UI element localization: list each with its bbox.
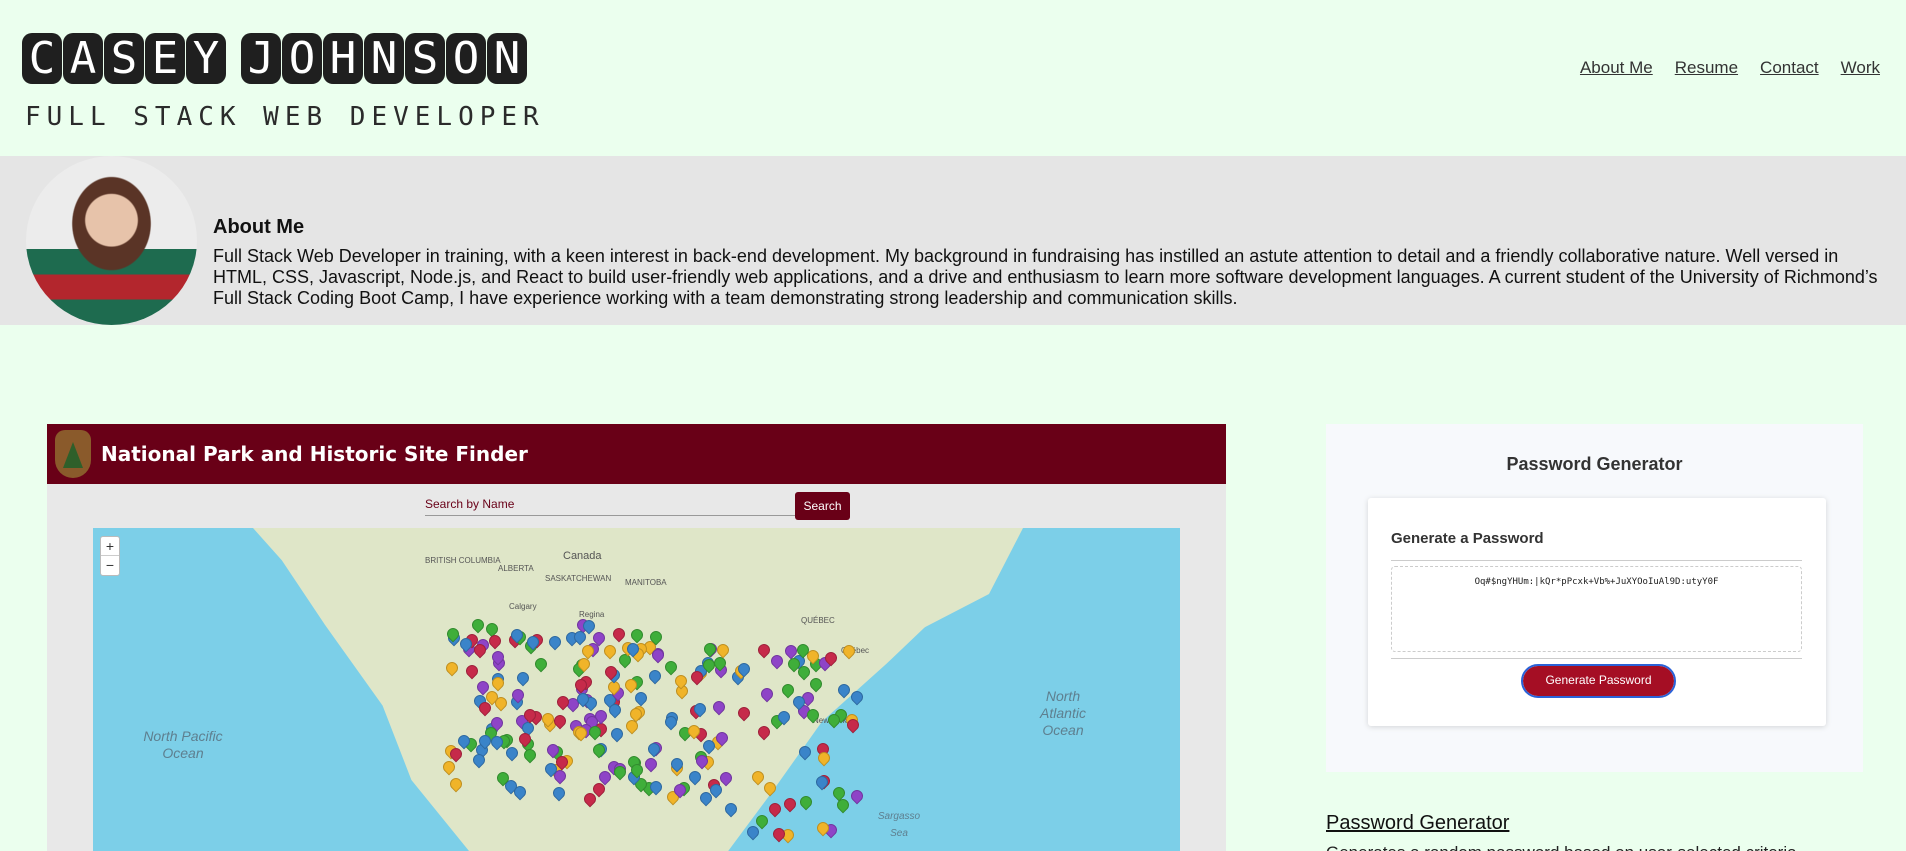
project-password-generator-screenshot[interactable]: Password Generator Generate a Password O… bbox=[1326, 424, 1863, 772]
about-body: Full Stack Web Developer in training, wi… bbox=[213, 246, 1878, 308]
name-letter-tile: A bbox=[63, 33, 103, 84]
name-letter-tile: C bbox=[22, 33, 62, 84]
map-zoom-control: + − bbox=[100, 536, 120, 576]
divider bbox=[1391, 560, 1802, 561]
name-letter-tile: E bbox=[145, 33, 185, 84]
label-quebec: QUÉBEC bbox=[801, 616, 835, 625]
name-letter-tile: Y bbox=[186, 33, 226, 84]
profile-avatar bbox=[26, 156, 197, 325]
name-letter-tile: O bbox=[446, 33, 486, 84]
zoom-in-button[interactable]: + bbox=[101, 537, 119, 556]
label-sargasso: Sargasso Sea bbox=[877, 811, 921, 839]
name-letter-tile: S bbox=[405, 33, 445, 84]
label-british-columbia: BRITISH COLUMBIA bbox=[425, 556, 501, 565]
site-header: CASEYJOHNSON FULL STACK WEB DEVELOPER Ab… bbox=[0, 0, 1906, 156]
pw-card: Generate a Password Oq#$ngYHUm:|kQr*pPcx… bbox=[1368, 498, 1826, 726]
zoom-out-button[interactable]: − bbox=[101, 556, 119, 575]
label-alberta: ALBERTA bbox=[498, 564, 534, 573]
nav-about-me[interactable]: About Me bbox=[1580, 58, 1653, 78]
nav-work[interactable]: Work bbox=[1841, 58, 1880, 78]
project-password-generator-description: Generates a random password based on use… bbox=[1326, 843, 1797, 851]
nav-contact[interactable]: Contact bbox=[1760, 58, 1819, 78]
name-letter-tile: J bbox=[241, 33, 281, 84]
park-search-button[interactable]: Search bbox=[795, 492, 850, 520]
generate-password-button[interactable]: Generate Password bbox=[1521, 664, 1676, 698]
park-header-bar: National Park and Historic Site Finder bbox=[47, 424, 1226, 484]
park-title: National Park and Historic Site Finder bbox=[101, 442, 528, 466]
map-marker-icon[interactable] bbox=[848, 787, 866, 805]
name-letter-tile: N bbox=[364, 33, 404, 84]
label-north-pacific: North Pacific Ocean bbox=[143, 728, 223, 761]
pw-output[interactable]: Oq#$ngYHUm:|kQr*pPcxk+Vb%+JuXYOoIuAl9D:u… bbox=[1391, 566, 1802, 652]
label-calgary: Calgary bbox=[509, 602, 537, 611]
name-letter-tile: O bbox=[282, 33, 322, 84]
about-section: About Me Full Stack Web Developer in tra… bbox=[0, 156, 1906, 325]
name-letter-tile: H bbox=[323, 33, 363, 84]
divider bbox=[1391, 658, 1802, 659]
greenland-landmass bbox=[853, 528, 1023, 638]
pw-title: Password Generator bbox=[1506, 454, 1683, 474]
park-search-input[interactable]: Search by Name bbox=[425, 490, 797, 516]
label-north-atlantic: North Atlantic Ocean bbox=[1040, 688, 1086, 738]
pw-card-heading: Generate a Password bbox=[1391, 530, 1544, 547]
label-manitoba: MANITOBA bbox=[625, 578, 667, 587]
map-marker-icon[interactable] bbox=[781, 795, 799, 813]
about-heading: About Me bbox=[213, 216, 305, 238]
main-nav: About Me Resume Contact Work bbox=[1580, 58, 1880, 78]
project-password-generator-link[interactable]: Password Generator bbox=[1326, 812, 1509, 835]
park-map[interactable]: + − North Pacific Ocean North Atlantic O… bbox=[93, 528, 1180, 851]
map-marker-icon[interactable] bbox=[766, 800, 784, 818]
map-marker-icon[interactable] bbox=[797, 793, 815, 811]
name-space bbox=[227, 33, 241, 84]
site-subtitle: FULL STACK WEB DEVELOPER bbox=[25, 102, 545, 132]
nav-resume[interactable]: Resume bbox=[1675, 58, 1738, 78]
label-saskatchewan: SASKATCHEWAN bbox=[545, 574, 612, 583]
site-name: CASEYJOHNSON bbox=[22, 33, 528, 84]
project-park-finder-screenshot[interactable]: National Park and Historic Site Finder S… bbox=[47, 424, 1226, 851]
label-canada: Canada bbox=[563, 550, 602, 562]
name-letter-tile: N bbox=[487, 33, 527, 84]
name-letter-tile: S bbox=[104, 33, 144, 84]
nps-arrowhead-icon bbox=[55, 430, 91, 478]
